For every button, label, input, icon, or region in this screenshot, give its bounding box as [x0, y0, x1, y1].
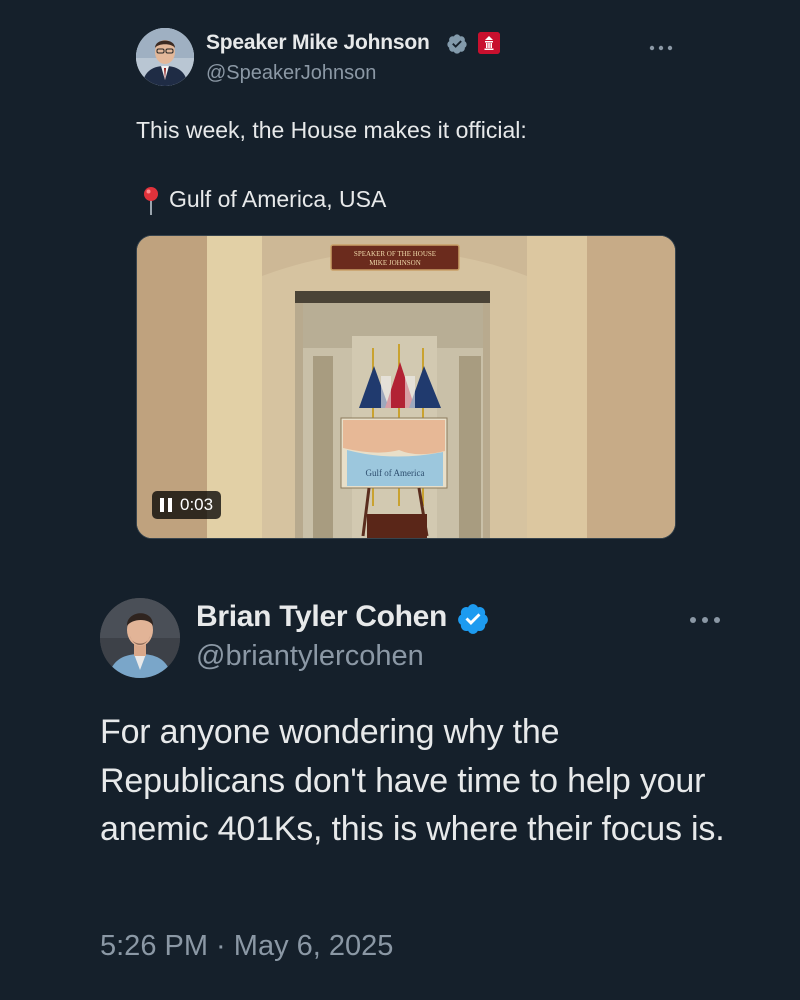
map-label: Gulf of America [366, 468, 425, 478]
tweet-text: For anyone wondering why the Republicans… [100, 713, 725, 848]
author-handle[interactable]: @briantylercohen [196, 640, 424, 673]
house-seal-icon [478, 32, 500, 54]
meta-separator: · [208, 930, 234, 962]
more-options-icon[interactable] [688, 612, 722, 628]
tweet-date[interactable]: May 6, 2025 [234, 930, 394, 962]
round-pushpin-icon [144, 187, 158, 215]
tweet-timestamp[interactable]: 5:26 PM · May 6, 2025 [100, 930, 393, 963]
sign-line-2: MIKE JOHNSON [369, 259, 421, 267]
tweet-text: This week, the House makes it official: [136, 117, 527, 143]
verified-badge-icon [447, 34, 467, 54]
verified-badge-icon [458, 604, 488, 634]
quoted-tweet[interactable]: Speaker Mike Johnson @SpeakerJohnson Thi… [0, 0, 800, 560]
more-options-icon[interactable] [648, 40, 674, 56]
author-name[interactable]: Speaker Mike Johnson [206, 31, 430, 55]
video-timestamp: 0:03 [180, 495, 214, 514]
sign-line-1: SPEAKER OF THE HOUSE [354, 250, 436, 258]
tweet-time[interactable]: 5:26 PM [100, 930, 208, 962]
author-handle[interactable]: @SpeakerJohnson [206, 62, 376, 85]
author-name[interactable]: Brian Tyler Cohen [196, 600, 447, 634]
avatar[interactable] [100, 598, 180, 678]
video-timer[interactable]: 0:03 [152, 491, 222, 519]
avatar[interactable] [136, 28, 194, 86]
location-text: Gulf of America, USA [169, 186, 387, 212]
pause-icon[interactable] [160, 498, 172, 512]
